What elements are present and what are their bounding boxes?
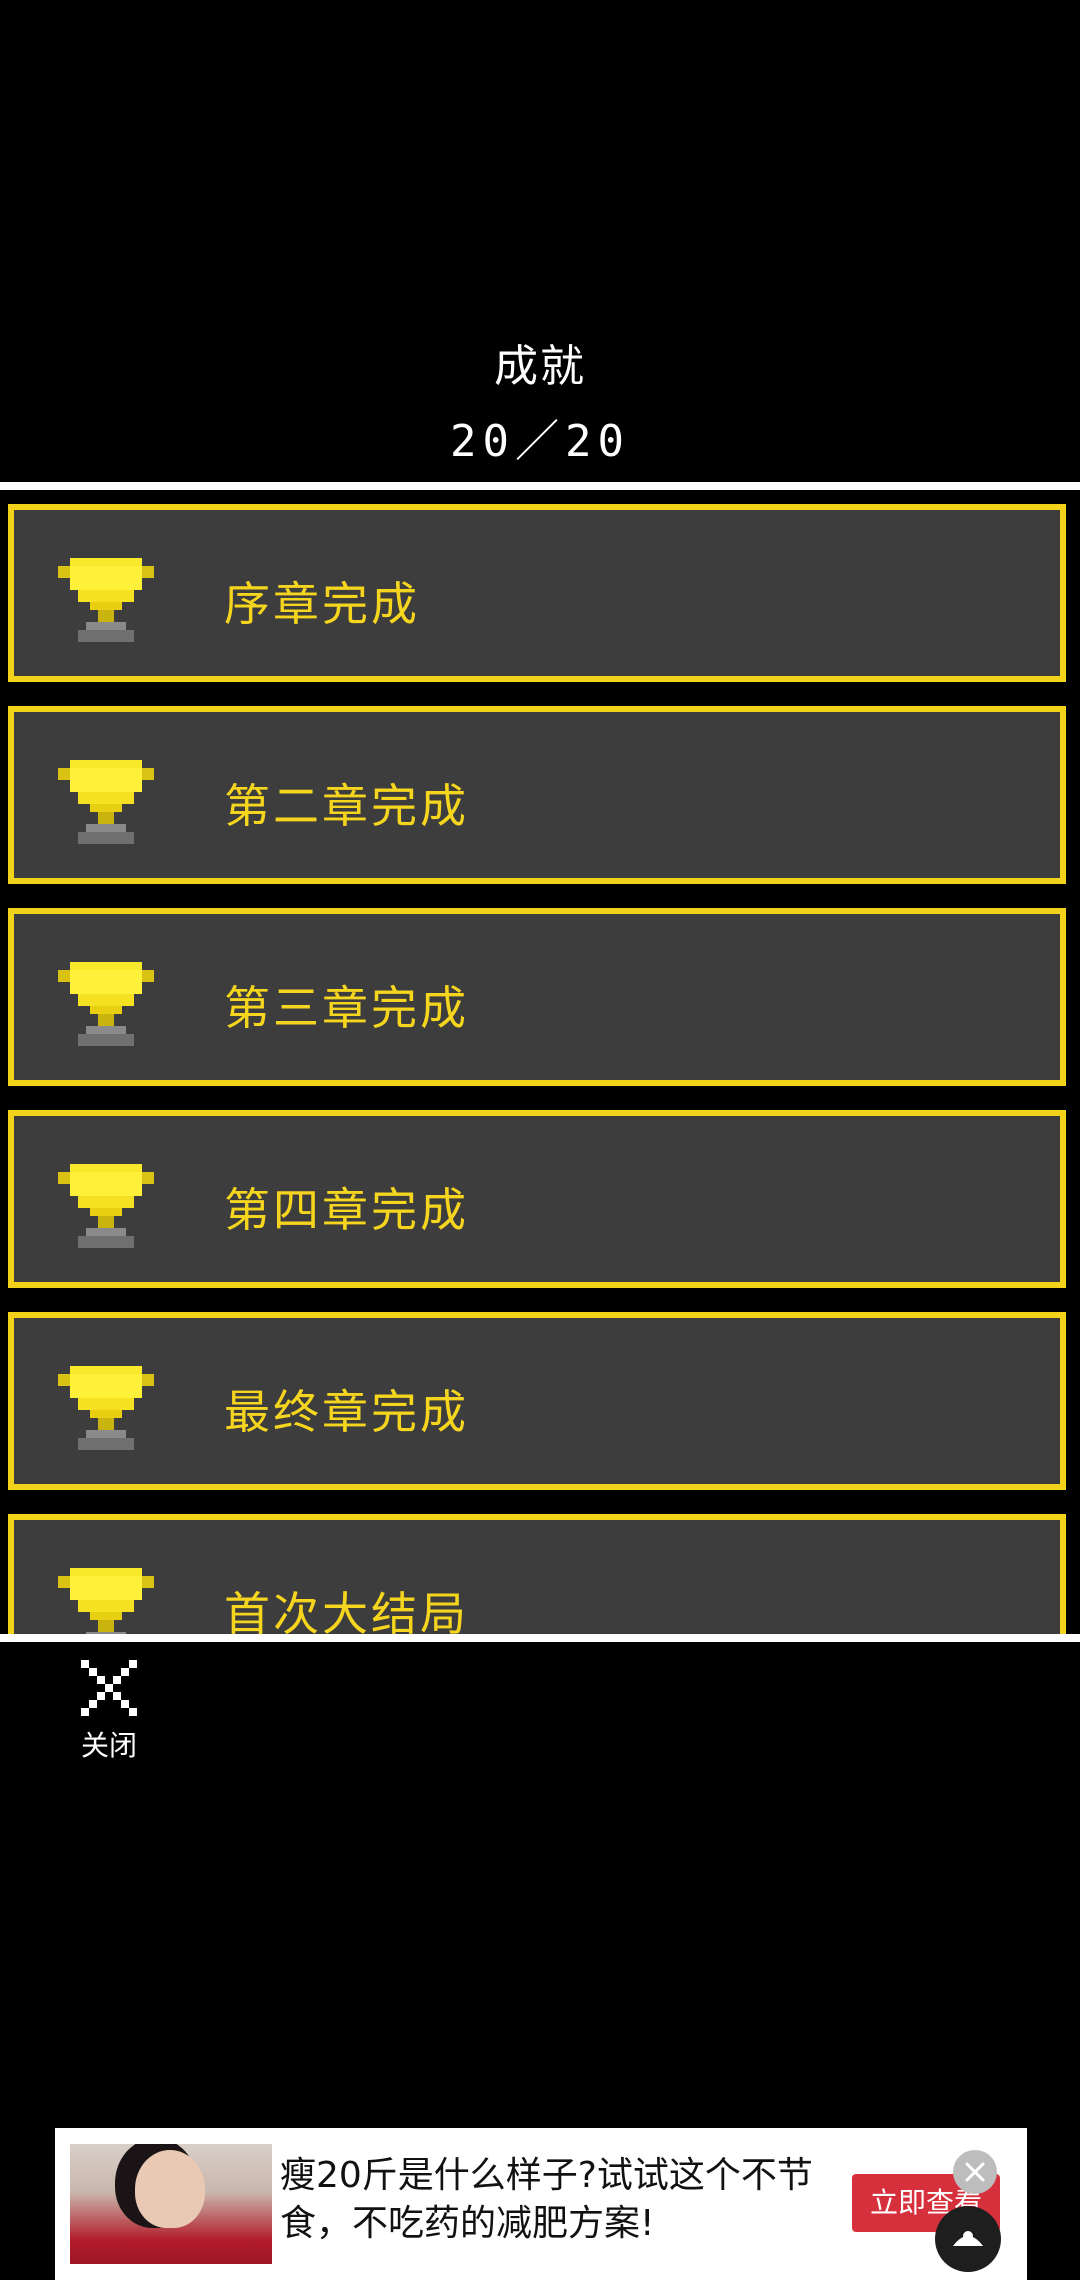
- achievement-card[interactable]: 第四章完成: [4, 1106, 1070, 1292]
- trophy-icon: [58, 1568, 154, 1634]
- achievement-label: 序章完成: [224, 577, 420, 631]
- page-title: 成就: [494, 341, 586, 392]
- achievement-label: 首次大结局: [224, 1587, 469, 1641]
- ad-banner[interactable]: 瘦20斤是什么样子?试试这个不节食，不吃药的减肥方案! 立即查看: [55, 2128, 1027, 2280]
- achievement-card[interactable]: 第二章完成: [4, 702, 1070, 888]
- achievement-count: 20／20: [450, 416, 630, 467]
- ad-text[interactable]: 瘦20斤是什么样子?试试这个不节食，不吃药的减肥方案!: [280, 2152, 840, 2248]
- trophy-icon: [58, 1366, 154, 1450]
- achievement-card[interactable]: 第三章完成: [4, 904, 1070, 1090]
- trophy-icon: [58, 962, 154, 1046]
- achievement-card[interactable]: 首次大结局: [4, 1510, 1070, 1641]
- ad-image[interactable]: [70, 2144, 272, 2264]
- close-label: 关闭: [80, 1729, 137, 1762]
- achievement-label: 第二章完成: [224, 779, 469, 833]
- close-icon: [81, 1660, 137, 1716]
- trophy-icon: [58, 760, 154, 844]
- achievement-label: 最终章完成: [224, 1385, 469, 1439]
- achievement-label: 第四章完成: [224, 1183, 469, 1237]
- achievement-card[interactable]: 最终章完成: [4, 1308, 1070, 1494]
- trophy-icon: [58, 1164, 154, 1248]
- trophy-icon: [58, 558, 154, 642]
- achievement-label: 第三章完成: [224, 981, 469, 1035]
- ad-close-button[interactable]: [953, 2150, 997, 2194]
- ad-logo-icon: [935, 2206, 1001, 2272]
- close-icon: [965, 2162, 985, 2182]
- achievement-list[interactable]: 序章完成 第二章完成 第三章完成 第四章完成 最终章完成 首次大结局: [0, 482, 1080, 1642]
- close-button[interactable]: 关闭: [70, 1660, 148, 1780]
- achievement-card[interactable]: 序章完成: [4, 500, 1070, 686]
